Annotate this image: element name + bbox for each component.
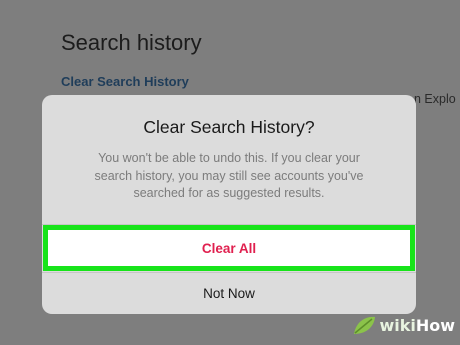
- clipped-background-text: n Explo: [414, 92, 456, 106]
- clear-search-history-link[interactable]: Clear Search History: [61, 74, 189, 89]
- page-title: Search history: [61, 30, 202, 55]
- dialog-title: Clear Search History?: [143, 117, 315, 137]
- wikihow-watermark: wikiHow: [351, 311, 455, 339]
- clear-all-button[interactable]: Clear All: [48, 230, 410, 266]
- not-now-label: Not Now: [203, 285, 255, 301]
- not-now-button[interactable]: Not Now: [42, 273, 416, 313]
- clear-all-label: Clear All: [201, 240, 257, 256]
- watermark-text: wikiHow: [379, 315, 455, 335]
- leaf-icon: [354, 316, 376, 334]
- dialog-message: You won't be able to undo this. If you c…: [94, 151, 364, 200]
- clear-history-dialog: Clear Search History? You won't be able …: [42, 95, 416, 314]
